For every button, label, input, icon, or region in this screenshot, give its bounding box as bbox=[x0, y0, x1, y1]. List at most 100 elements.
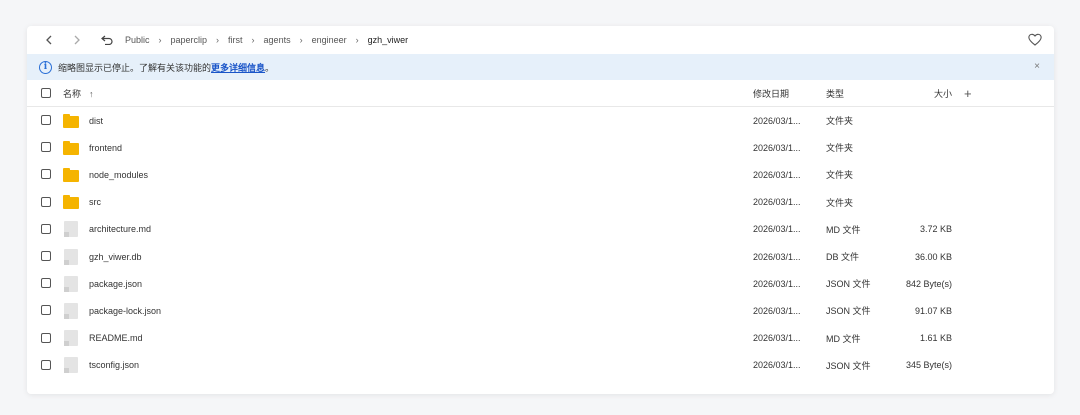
file-name: src bbox=[89, 197, 101, 208]
heart-icon bbox=[1028, 33, 1042, 46]
file-icon bbox=[63, 275, 79, 292]
file-type-cell: JSON 文件 bbox=[826, 352, 871, 379]
file-date: 2026/03/1... bbox=[753, 224, 801, 235]
table-row[interactable]: package.json 2026/03/1... JSON 文件 842 Byte(… bbox=[27, 270, 1054, 297]
file-icon bbox=[63, 330, 79, 347]
file-date: 2026/03/1... bbox=[753, 360, 801, 371]
file-size-cell bbox=[872, 189, 952, 216]
file-name: architecture.md bbox=[89, 224, 152, 235]
table-row[interactable]: architecture.md 2026/03/1... MD 文件 3.72 KB bbox=[27, 216, 1054, 243]
file-icon bbox=[63, 248, 79, 265]
select-all-checkbox[interactable] bbox=[41, 88, 51, 98]
add-column-button[interactable]: + bbox=[964, 80, 972, 107]
file-type: JSON 文件 bbox=[826, 279, 871, 290]
table-row[interactable]: tsconfig.json 2026/03/1... JSON 文件 345 Byte… bbox=[27, 352, 1054, 379]
chevron-right-icon: › bbox=[355, 35, 359, 45]
chevron-right-icon: › bbox=[251, 35, 255, 45]
back-button[interactable] bbox=[41, 32, 57, 48]
row-checkbox[interactable] bbox=[41, 251, 51, 261]
chevron-right-icon: › bbox=[216, 35, 220, 45]
table-row[interactable]: dist 2026/03/1... 文件夹 bbox=[27, 107, 1054, 134]
file-type-cell: 文件夹 bbox=[826, 161, 853, 188]
column-header-size[interactable]: 大小 bbox=[872, 80, 952, 107]
forward-button[interactable] bbox=[69, 32, 85, 48]
file-type: JSON 文件 bbox=[826, 306, 871, 317]
file-type: 文件夹 bbox=[826, 116, 854, 126]
file-date-cell: 2026/03/1... bbox=[753, 134, 801, 161]
row-checkbox[interactable] bbox=[41, 359, 51, 370]
file-name: README.md bbox=[89, 333, 143, 344]
chevron-right-icon: › bbox=[158, 35, 162, 45]
file-type-cell: 文件夹 bbox=[826, 107, 853, 134]
table-row[interactable]: gzh_viwer.db 2026/03/1... DB 文件 36.00 KB bbox=[27, 243, 1054, 270]
file-type-cell: 文件夹 bbox=[826, 134, 853, 161]
file-type: DB 文件 bbox=[826, 252, 860, 262]
breadcrumb-item[interactable]: first bbox=[228, 35, 243, 45]
row-checkbox[interactable] bbox=[41, 278, 51, 289]
row-checkbox[interactable] bbox=[41, 115, 51, 125]
notice-more-info-link[interactable]: 更多详细信息 bbox=[211, 61, 265, 74]
file-date-cell: 2026/03/1... bbox=[753, 297, 801, 324]
file-date-cell: 2026/03/1... bbox=[753, 243, 801, 270]
file-date: 2026/03/1... bbox=[753, 169, 801, 180]
file-size-cell: 36.00 KB bbox=[872, 243, 952, 270]
file-date: 2026/03/1... bbox=[753, 278, 801, 289]
close-icon[interactable]: × bbox=[1034, 61, 1040, 72]
folder-icon bbox=[63, 113, 79, 128]
file-name: package-lock.json bbox=[89, 305, 162, 316]
file-name-cell: architecture.md bbox=[63, 216, 151, 243]
notice-suffix: 。 bbox=[265, 62, 275, 73]
undo-arrow-icon bbox=[101, 35, 113, 45]
file-browser-window: Public › paperclip › first › agents › en… bbox=[27, 26, 1054, 394]
file-type-cell: MD 文件 bbox=[826, 325, 861, 352]
file-type-cell: 文件夹 bbox=[826, 189, 853, 216]
folder-icon bbox=[63, 140, 79, 155]
table-row[interactable]: src 2026/03/1... 文件夹 bbox=[27, 189, 1054, 216]
file-icon bbox=[63, 221, 79, 238]
file-name-cell: package.json bbox=[63, 270, 142, 297]
table-row[interactable]: README.md 2026/03/1... MD 文件 1.61 KB bbox=[27, 325, 1054, 352]
breadcrumb-item[interactable]: engineer bbox=[312, 35, 347, 45]
breadcrumb-item-current[interactable]: gzh_viwer bbox=[368, 35, 409, 45]
file-size-cell: 345 Byte(s) bbox=[872, 352, 952, 379]
file-date-cell: 2026/03/1... bbox=[753, 352, 801, 379]
column-header-date-label: 修改日期 bbox=[753, 89, 790, 99]
column-header-type[interactable]: 类型 bbox=[826, 80, 844, 107]
file-type: MD 文件 bbox=[826, 333, 861, 344]
file-date-cell: 2026/03/1... bbox=[753, 270, 801, 297]
file-size-cell: 1.61 KB bbox=[872, 325, 952, 352]
breadcrumb-item[interactable]: agents bbox=[264, 35, 291, 45]
file-type: 文件夹 bbox=[826, 197, 854, 208]
favorite-button[interactable] bbox=[1028, 33, 1042, 47]
file-type-cell: MD 文件 bbox=[826, 216, 861, 243]
table-header: 名称 ↑ 修改日期 类型 大小 + bbox=[27, 80, 1054, 107]
table-row[interactable]: frontend 2026/03/1... 文件夹 bbox=[27, 134, 1054, 161]
row-checkbox[interactable] bbox=[41, 169, 51, 180]
breadcrumb-item[interactable]: Public bbox=[125, 35, 150, 45]
column-header-type-label: 类型 bbox=[826, 89, 845, 99]
breadcrumb-item[interactable]: paperclip bbox=[171, 35, 208, 45]
file-date: 2026/03/1... bbox=[753, 333, 801, 344]
row-checkbox[interactable] bbox=[41, 142, 51, 153]
file-name: gzh_viwer.db bbox=[89, 251, 142, 262]
file-date-cell: 2026/03/1... bbox=[753, 216, 801, 243]
file-date-cell: 2026/03/1... bbox=[753, 189, 801, 216]
file-type: JSON 文件 bbox=[826, 360, 871, 371]
file-type: MD 文件 bbox=[826, 224, 861, 235]
row-checkbox[interactable] bbox=[41, 332, 51, 343]
file-date-cell: 2026/03/1... bbox=[753, 325, 801, 352]
table-row[interactable]: node_modules 2026/03/1... 文件夹 bbox=[27, 161, 1054, 188]
file-type: 文件夹 bbox=[826, 143, 854, 154]
file-name: tsconfig.json bbox=[89, 360, 140, 371]
row-checkbox[interactable] bbox=[41, 305, 51, 316]
row-checkbox[interactable] bbox=[41, 223, 51, 234]
file-date: 2026/03/1... bbox=[753, 305, 801, 316]
file-size: 345 Byte(s) bbox=[905, 360, 952, 371]
chevron-right-icon: › bbox=[299, 35, 303, 45]
column-header-date[interactable]: 修改日期 bbox=[753, 80, 789, 107]
column-header-name[interactable]: 名称 ↑ bbox=[63, 80, 94, 107]
up-button[interactable] bbox=[99, 32, 115, 48]
table-row[interactable]: package-lock.json 2026/03/1... JSON 文件 91.0… bbox=[27, 297, 1054, 324]
file-size-cell bbox=[872, 161, 952, 188]
row-checkbox[interactable] bbox=[41, 196, 51, 207]
